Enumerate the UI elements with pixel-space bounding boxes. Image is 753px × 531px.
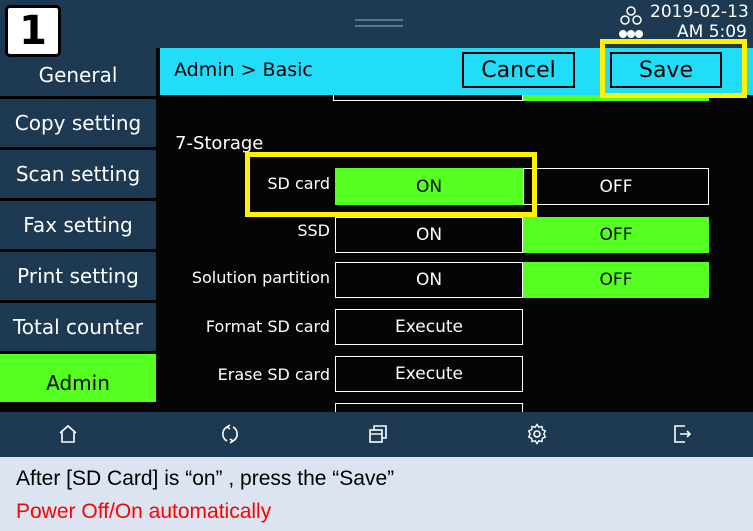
section-title: 7-Storage	[175, 133, 264, 154]
refresh-icon[interactable]	[218, 422, 242, 446]
row-label-solution-partition: Solution partition	[191, 268, 330, 287]
warning-caption: Power Off/On automatically	[16, 500, 272, 523]
save-button-highlight	[600, 39, 747, 98]
network-icon	[619, 6, 643, 38]
row-label-format-sd-card: Format SD card	[205, 317, 330, 336]
settings-content: 7-Storage SD card ON OFF SSD ON OFF Solu…	[160, 95, 753, 412]
solution-partition-on-button[interactable]: ON	[335, 262, 523, 298]
device-screen: 2019-02-13 AM 5:09 General Copy setting …	[0, 0, 753, 457]
erase-sd-card-execute-button[interactable]: Execute	[335, 356, 523, 392]
step-number-badge: 1	[5, 5, 61, 57]
row-label-ssd: SSD	[297, 221, 330, 240]
home-icon[interactable]	[56, 422, 80, 446]
sidebar-item-fax-setting[interactable]: Fax setting	[0, 201, 156, 252]
windows-icon[interactable]	[366, 422, 390, 446]
settings-icon[interactable]	[525, 422, 549, 446]
solution-partition-off-button[interactable]: OFF	[523, 262, 709, 298]
sidebar-item-copy-setting[interactable]: Copy setting	[0, 99, 156, 150]
status-date: 2019-02-13	[650, 2, 749, 22]
sd-card-off-button[interactable]: OFF	[523, 168, 709, 205]
bottom-toolbar	[0, 412, 753, 457]
next-row-partial	[335, 403, 523, 412]
breadcrumb: Admin > Basic	[174, 59, 313, 81]
sidebar: General Copy setting Scan setting Fax se…	[0, 48, 156, 405]
sidebar-item-print-setting[interactable]: Print setting	[0, 252, 156, 303]
previous-row-partial	[333, 95, 523, 101]
sidebar-item-total-counter[interactable]: Total counter	[0, 303, 156, 354]
format-sd-card-execute-button[interactable]: Execute	[335, 309, 523, 345]
drag-handle[interactable]	[355, 19, 403, 27]
logout-icon[interactable]	[670, 422, 694, 446]
cancel-button[interactable]: Cancel	[462, 52, 575, 88]
sidebar-item-admin[interactable]: Admin	[0, 354, 156, 405]
sidebar-item-scan-setting[interactable]: Scan setting	[0, 150, 156, 201]
instruction-caption: After [SD Card] is “on” , press the “Sav…	[16, 467, 395, 490]
ssd-off-button[interactable]: OFF	[523, 217, 709, 253]
row-label-erase-sd-card: Erase SD card	[217, 365, 330, 384]
ssd-on-button[interactable]: ON	[335, 217, 523, 253]
sd-card-row-highlight	[245, 152, 537, 217]
